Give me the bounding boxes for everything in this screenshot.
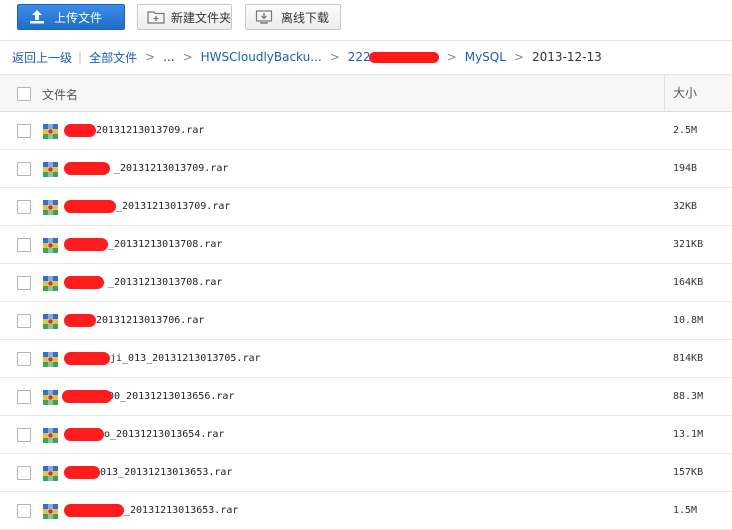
- chevron-right-icon: >: [513, 50, 524, 64]
- rar-archive-icon: [43, 390, 58, 405]
- rar-archive-icon: [43, 200, 58, 215]
- file-row[interactable]: ji_013_20131213013705.rar 814KB: [0, 340, 732, 378]
- row-checkbox[interactable]: [17, 504, 31, 518]
- file-name[interactable]: _20131213013653.rar: [124, 505, 238, 516]
- chevron-right-icon: >: [182, 50, 193, 64]
- breadcrumb: 返回上一级 | 全部文件 > ... > HWSCloudlyBacku... …: [0, 41, 732, 73]
- breadcrumb-folder-222-label: 222: [347, 50, 371, 64]
- row-checkbox[interactable]: [17, 200, 31, 214]
- breadcrumb-current: 2013-12-13: [531, 50, 602, 64]
- file-name[interactable]: _20131213013708.rar: [108, 239, 222, 250]
- file-size: 164KB: [673, 277, 704, 288]
- upload-button[interactable]: 上传文件: [17, 4, 125, 30]
- file-row[interactable]: _20131213013709.rar 194B: [0, 150, 732, 188]
- file-name[interactable]: 20131213013706.rar: [96, 315, 204, 326]
- file-size: 88.3M: [673, 391, 704, 402]
- rar-archive-icon: [43, 466, 58, 481]
- file-name[interactable]: _20131213013709.rar: [116, 201, 230, 212]
- file-name[interactable]: o_20131213013654.rar: [104, 429, 224, 440]
- breadcrumb-all-files[interactable]: 全部文件: [89, 49, 137, 66]
- file-row[interactable]: 00_20131213013656.rar 88.3M: [0, 378, 732, 416]
- upload-icon: [28, 9, 46, 25]
- redaction-mark: [62, 390, 112, 403]
- toolbar: 上传文件 新建文件夹 离线下载: [0, 0, 732, 41]
- chevron-right-icon: >: [329, 50, 340, 64]
- file-size: 1.5M: [673, 505, 698, 516]
- column-header-size[interactable]: 大小: [664, 75, 732, 112]
- breadcrumb-divider: |: [78, 50, 83, 64]
- file-row[interactable]: _20131213013709.rar 32KB: [0, 188, 732, 226]
- rar-archive-icon: [43, 162, 58, 177]
- breadcrumb-folder-222[interactable]: 222: [348, 50, 439, 64]
- file-name[interactable]: _20131213013709.rar: [114, 163, 228, 174]
- file-name[interactable]: 013_20131213013653.rar: [100, 467, 232, 478]
- file-row[interactable]: _20131213013708.rar 321KB: [0, 226, 732, 264]
- rar-archive-icon: [43, 428, 58, 443]
- file-list: 20131213013709.rar 2.5M _20131213013709.ra…: [0, 112, 732, 530]
- redaction-mark: [64, 162, 110, 175]
- offline-download-button-label: 离线下载: [281, 10, 330, 25]
- select-all-checkbox[interactable]: [17, 87, 31, 101]
- redaction-mark: [64, 314, 96, 327]
- rar-archive-icon: [43, 276, 58, 291]
- file-size: 32KB: [673, 201, 698, 212]
- row-checkbox[interactable]: [17, 428, 31, 442]
- row-checkbox[interactable]: [17, 276, 31, 290]
- rar-archive-icon: [43, 238, 58, 253]
- file-row[interactable]: _20131213013653.rar 1.5M: [0, 492, 732, 530]
- file-row[interactable]: 20131213013709.rar 2.5M: [0, 112, 732, 150]
- file-row[interactable]: o_20131213013654.rar 13.1M: [0, 416, 732, 454]
- rar-archive-icon: [43, 314, 58, 329]
- file-size: 194B: [673, 163, 698, 174]
- upload-button-label: 上传文件: [54, 10, 103, 25]
- offline-download-button[interactable]: 离线下载: [245, 4, 341, 30]
- row-checkbox[interactable]: [17, 352, 31, 366]
- chevron-right-icon: >: [145, 50, 156, 64]
- redaction-mark: [64, 504, 124, 517]
- file-row[interactable]: _20131213013708.rar 164KB: [0, 264, 732, 302]
- redaction-mark: [64, 352, 110, 365]
- rar-archive-icon: [43, 124, 58, 139]
- breadcrumb-folder-hwscloudlybackup[interactable]: HWSCloudlyBacku...: [201, 50, 322, 64]
- file-name[interactable]: _20131213013708.rar: [108, 277, 222, 288]
- rar-archive-icon: [43, 352, 58, 367]
- back-link[interactable]: 返回上一级: [12, 49, 72, 66]
- file-table-header: 文件名 大小: [0, 74, 732, 112]
- new-folder-button[interactable]: 新建文件夹: [137, 4, 232, 30]
- row-checkbox[interactable]: [17, 162, 31, 176]
- rar-archive-icon: [43, 504, 58, 519]
- file-name[interactable]: 20131213013709.rar: [96, 125, 204, 136]
- breadcrumb-ellipsis[interactable]: ...: [163, 50, 174, 64]
- redaction-mark: [368, 52, 439, 63]
- file-name[interactable]: 00_20131213013656.rar: [108, 391, 234, 402]
- redaction-mark: [64, 466, 100, 479]
- new-folder-button-label: 新建文件夹: [171, 10, 232, 25]
- file-row[interactable]: 20131213013706.rar 10.8M: [0, 302, 732, 340]
- file-size: 13.1M: [673, 429, 704, 440]
- file-size: 2.5M: [673, 125, 698, 136]
- offline-download-icon: [255, 9, 273, 25]
- row-checkbox[interactable]: [17, 466, 31, 480]
- redaction-mark: [64, 238, 108, 251]
- redaction-mark: [64, 276, 104, 289]
- file-size: 814KB: [673, 353, 704, 364]
- row-checkbox[interactable]: [17, 124, 31, 138]
- file-name[interactable]: ji_013_20131213013705.rar: [110, 353, 261, 364]
- file-size: 157KB: [673, 467, 704, 478]
- row-checkbox[interactable]: [17, 390, 31, 404]
- file-size: 10.8M: [673, 315, 704, 326]
- file-size: 321KB: [673, 239, 704, 250]
- redaction-mark: [64, 200, 116, 213]
- row-checkbox[interactable]: [17, 314, 31, 328]
- file-row[interactable]: 013_20131213013653.rar 157KB: [0, 454, 732, 492]
- row-checkbox[interactable]: [17, 238, 31, 252]
- chevron-right-icon: >: [446, 50, 457, 64]
- breadcrumb-folder-mysql[interactable]: MySQL: [465, 50, 506, 64]
- redaction-mark: [64, 124, 96, 137]
- column-header-filename[interactable]: 文件名: [42, 86, 78, 103]
- new-folder-icon: [147, 9, 165, 25]
- redaction-mark: [64, 428, 104, 441]
